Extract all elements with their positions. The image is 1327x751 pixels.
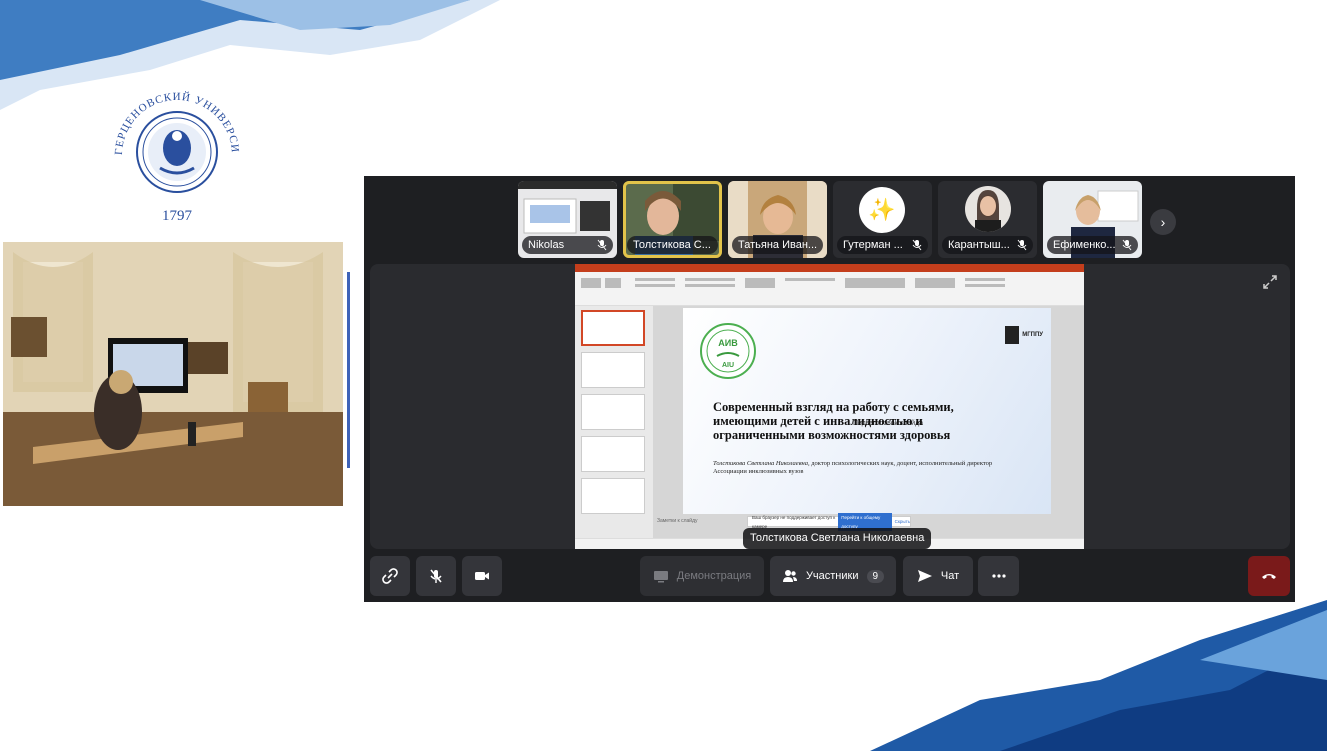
aiu-logo: АИВ AIU bbox=[700, 323, 756, 379]
slide-thumbnail[interactable] bbox=[581, 394, 645, 430]
browser-notification: Ваш браузер не поддерживает доступ к кам… bbox=[747, 512, 911, 531]
slide-thumbnails-panel bbox=[575, 306, 653, 538]
notif-hide-link[interactable]: Скрыть bbox=[895, 517, 910, 526]
next-participants-button[interactable]: › bbox=[1150, 209, 1176, 235]
mic-off-icon bbox=[1017, 239, 1027, 251]
more-options-button[interactable] bbox=[978, 556, 1019, 596]
slide-author[interactable]: Толстикова Светлана Николаевна, доктор п… bbox=[713, 460, 1023, 476]
participant-label: Татьяна Иван... bbox=[732, 236, 823, 254]
mgppu-logo-icon bbox=[1005, 326, 1020, 344]
video-conference-window: Nikolas Толстикова С... Татьяна Иван... … bbox=[364, 176, 1295, 602]
send-icon bbox=[917, 570, 932, 582]
copy-link-button[interactable] bbox=[370, 556, 410, 596]
chevron-right-icon: › bbox=[1160, 214, 1166, 230]
app-title-bar bbox=[575, 264, 1084, 272]
participant-label: Толстикова С... bbox=[627, 236, 718, 254]
mic-off-icon bbox=[912, 239, 922, 251]
slide-notes[interactable]: Заметки к слайду bbox=[657, 518, 698, 524]
participants-label: Участники bbox=[805, 570, 859, 582]
divider-bar bbox=[347, 272, 350, 468]
participant-label: Карантыш... bbox=[942, 236, 1033, 254]
participant-tile-nikolas[interactable]: Nikolas bbox=[518, 181, 617, 258]
link-icon bbox=[382, 568, 398, 584]
current-slide: АИВ AIU МГППУ Подзаголовок слайда Соврем… bbox=[683, 308, 1051, 514]
participant-name: Толстикова С... bbox=[633, 239, 711, 251]
participant-label: Ефименко... bbox=[1047, 236, 1138, 254]
demo-label: Демонстрация bbox=[676, 570, 752, 582]
hang-up-button[interactable] bbox=[1248, 556, 1290, 596]
video-camera-icon bbox=[475, 572, 489, 580]
mgppu-brand: МГППУ bbox=[1005, 326, 1043, 344]
people-icon bbox=[782, 570, 797, 582]
participants-count-badge: 9 bbox=[866, 569, 885, 583]
expand-icon[interactable] bbox=[1260, 272, 1280, 292]
slide-thumbnail[interactable] bbox=[581, 352, 645, 388]
participant-label: Гутерман ... bbox=[837, 236, 928, 254]
participant-name: Ефименко... bbox=[1053, 239, 1116, 251]
participant-name: Гутерман ... bbox=[843, 239, 903, 251]
screen-share-icon bbox=[653, 571, 668, 583]
svg-text:AIU: AIU bbox=[722, 362, 734, 369]
app-ribbon bbox=[575, 272, 1084, 306]
slide-thumbnail[interactable] bbox=[581, 436, 645, 472]
camera-button[interactable] bbox=[462, 556, 502, 596]
mgppu-text: МГППУ bbox=[1022, 332, 1043, 338]
participant-tile-guterman[interactable]: ✨ Гутерман ... bbox=[833, 181, 932, 258]
chat-button[interactable]: Чат bbox=[903, 556, 973, 596]
svg-text:АИВ: АИВ bbox=[718, 338, 738, 348]
slide-title[interactable]: Современный взгляд на работу с семьями, … bbox=[713, 400, 1013, 442]
speaker-name-label: Толстикова Светлана Николаевна bbox=[743, 528, 932, 549]
slide-thumbnail[interactable] bbox=[581, 310, 645, 346]
participant-tile-efimenko[interactable]: Ефименко... bbox=[1043, 181, 1142, 258]
phone-hangup-icon bbox=[1262, 574, 1276, 579]
sparkles-icon: ✨ bbox=[868, 197, 896, 222]
participant-tile-tatyana[interactable]: Татьяна Иван... bbox=[728, 181, 827, 258]
participant-name: Карантыш... bbox=[948, 239, 1010, 251]
mic-off-icon bbox=[1122, 239, 1132, 251]
participants-button[interactable]: Участники 9 bbox=[770, 556, 896, 596]
screen-share-stage: АИВ AIU МГППУ Подзаголовок слайда Соврем… bbox=[370, 264, 1290, 549]
university-seal-logo: ГЕРЦЕНОВСКИЙ УНИВЕРСИТЕТ · HERZEN 1797 bbox=[96, 71, 255, 225]
shared-presentation: АИВ AIU МГППУ Подзаголовок слайда Соврем… bbox=[575, 264, 1084, 549]
participant-tile-karantysh[interactable]: Карантыш... bbox=[938, 181, 1037, 258]
logo-year: 1797 bbox=[162, 208, 193, 224]
more-dots-icon bbox=[991, 574, 1006, 578]
microphone-button[interactable] bbox=[416, 556, 456, 596]
screen-share-button[interactable]: Демонстрация bbox=[640, 556, 764, 596]
participant-name: Nikolas bbox=[528, 239, 565, 251]
slide-thumbnail[interactable] bbox=[581, 478, 645, 514]
call-toolbar: Демонстрация Участники 9 Чат bbox=[364, 554, 1295, 598]
participant-name: Татьяна Иван... bbox=[738, 239, 817, 251]
chat-label: Чат bbox=[940, 570, 960, 582]
slide-editor-area: АИВ AIU МГППУ Подзаголовок слайда Соврем… bbox=[653, 306, 1084, 538]
mic-off-icon bbox=[430, 569, 442, 583]
avatar: ✨ bbox=[859, 187, 905, 233]
mic-off-icon bbox=[597, 239, 607, 251]
author-name: Толстикова Светлана Николаевна bbox=[713, 460, 808, 467]
participant-tile-tolstikova[interactable]: Толстикова С... bbox=[623, 181, 722, 258]
room-camera-video bbox=[3, 242, 343, 506]
participant-label: Nikolas bbox=[522, 236, 613, 254]
avatar bbox=[965, 186, 1011, 232]
